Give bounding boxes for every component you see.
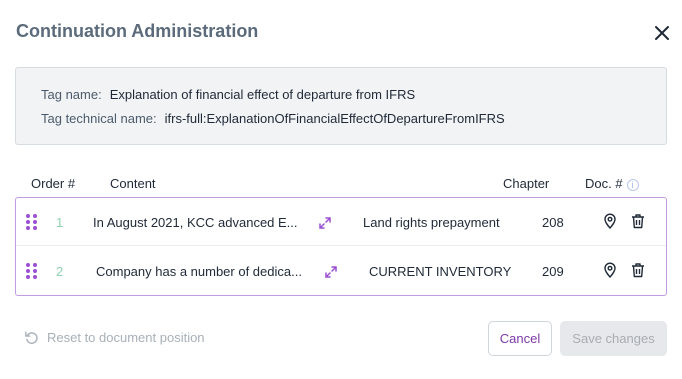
- info-icon[interactable]: i: [626, 179, 639, 191]
- undo-icon: [25, 331, 38, 344]
- drag-handle-icon[interactable]: [26, 214, 38, 230]
- tag-info-panel: Tag name: Explanation of financial effect…: [15, 67, 667, 145]
- content-text: Company has a number of dedica...: [96, 264, 302, 279]
- trash-icon[interactable]: [630, 262, 646, 278]
- header-chapter: Chapter: [503, 176, 550, 191]
- save-changes-button[interactable]: Save changes: [560, 321, 667, 356]
- chapter-text: Land rights prepayment: [363, 215, 500, 230]
- tag-technical-name-value: ifrs-full:ExplanationOfFinancialEffectOf…: [164, 111, 505, 126]
- doc-number: 208: [542, 215, 564, 230]
- trash-icon[interactable]: [630, 213, 646, 229]
- chapter-text: CURRENT INVENTORY: [369, 264, 512, 279]
- tag-technical-name-label: Tag technical name:: [41, 111, 157, 126]
- header-order: Order #: [31, 176, 76, 191]
- reset-to-document-position-button[interactable]: Reset to document position: [24, 330, 205, 345]
- tag-name-row: Tag name: Explanation of financial effect…: [41, 87, 415, 102]
- reset-label: Reset to document position: [47, 330, 205, 345]
- content-text: In August 2021, KCC advanced E...: [93, 215, 298, 230]
- close-button[interactable]: [652, 23, 672, 43]
- order-number: 2: [56, 264, 64, 279]
- expand-icon[interactable]: [319, 217, 331, 229]
- close-icon: [655, 26, 669, 40]
- order-number: 1: [56, 215, 64, 230]
- header-doc-label: Doc. #: [585, 176, 623, 191]
- tag-name-label: Tag name:: [41, 87, 102, 102]
- drag-handle-icon[interactable]: [26, 263, 38, 279]
- doc-number: 209: [542, 264, 564, 279]
- header-content: Content: [110, 176, 156, 191]
- tag-technical-name-row: Tag technical name: ifrs-full:Explanation…: [41, 111, 505, 126]
- dialog-title: Continuation Administration: [16, 21, 259, 41]
- expand-icon[interactable]: [325, 266, 337, 278]
- continuation-table: 1 In August 2021, KCC advanced E... Land…: [15, 197, 667, 296]
- header-doc: Doc. # i: [585, 176, 639, 191]
- cancel-button[interactable]: Cancel: [488, 321, 552, 356]
- table-row: 1 In August 2021, KCC advanced E... Land…: [16, 198, 666, 246]
- table-row: 2 Company has a number of dedica... CURR…: [16, 247, 666, 295]
- location-pin-icon[interactable]: [602, 262, 618, 278]
- location-pin-icon[interactable]: [602, 213, 618, 229]
- tag-name-value: Explanation of financial effect of depar…: [109, 87, 416, 102]
